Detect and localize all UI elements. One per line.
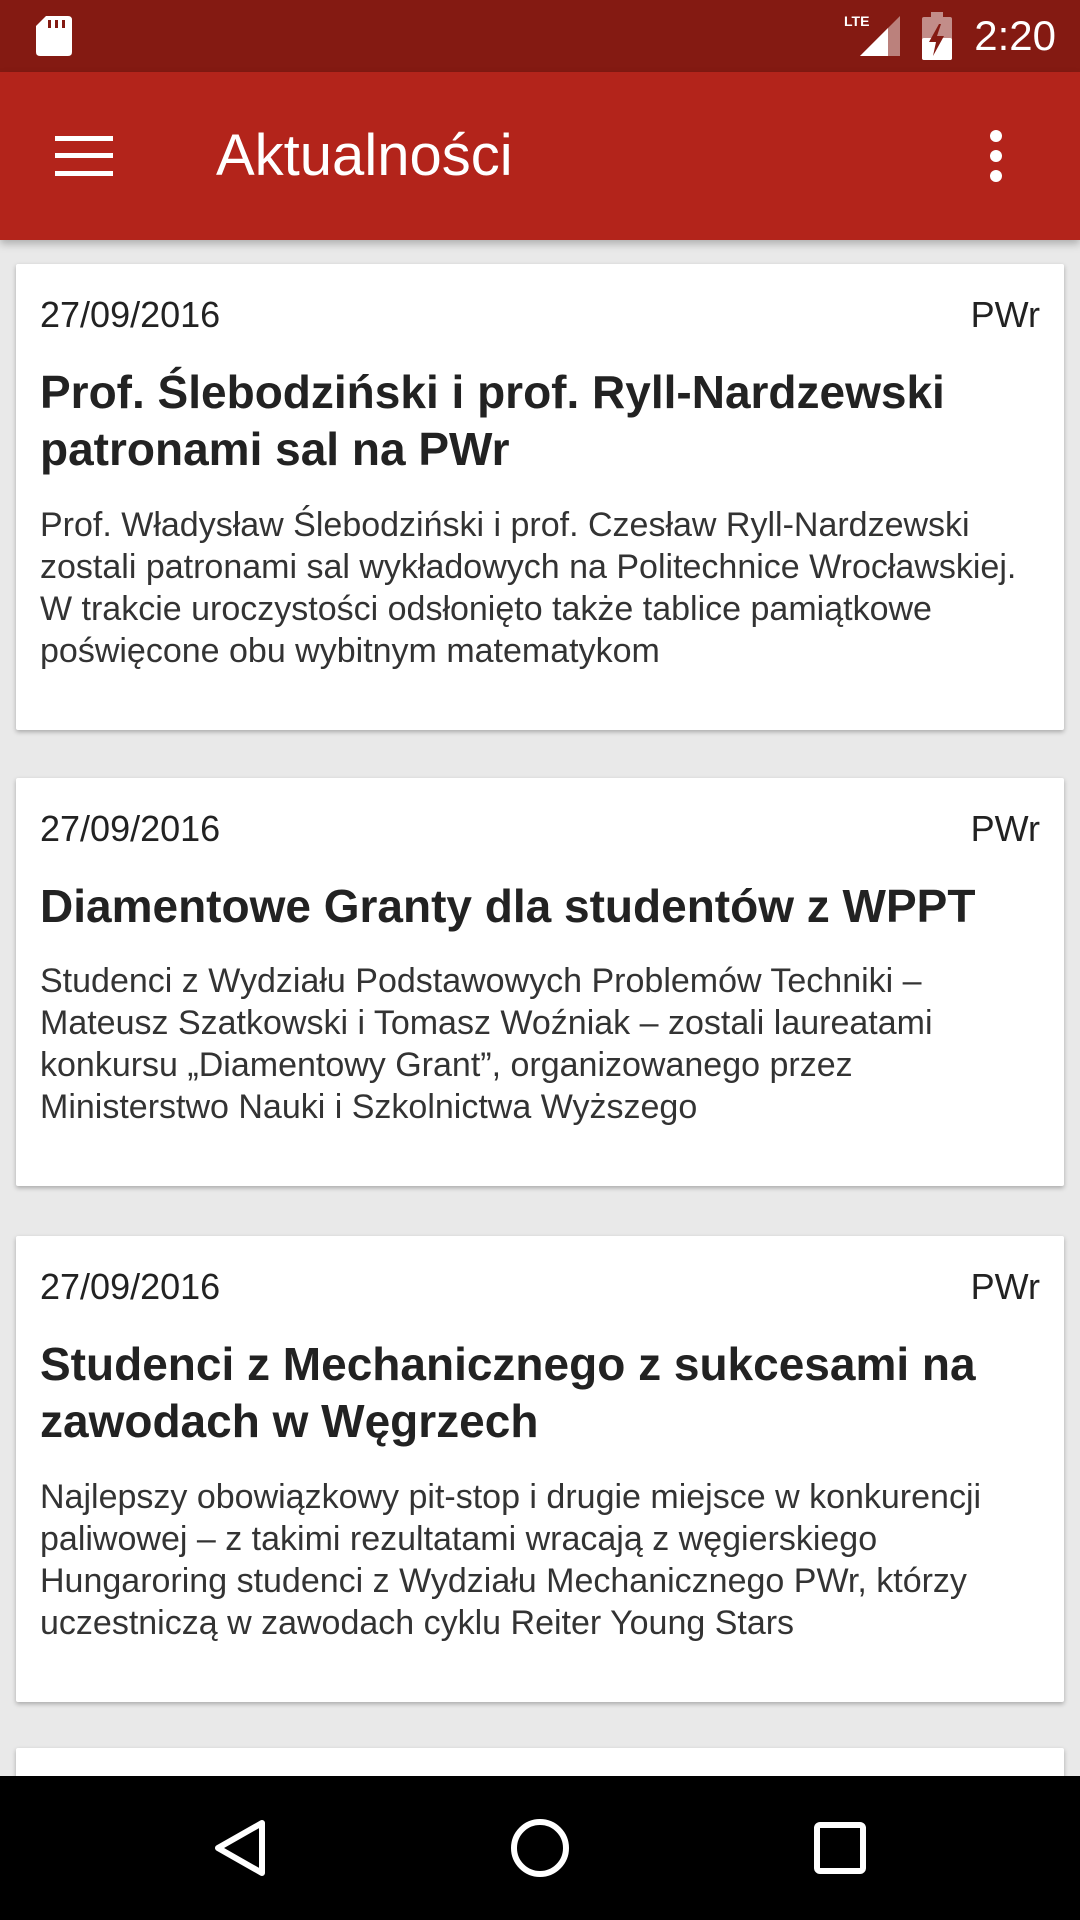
back-icon <box>215 1820 265 1876</box>
article-summary: Studenci z Wydziału Podstawowych Problem… <box>40 962 933 1126</box>
article-date: 27/09/2016 <box>40 808 221 849</box>
article-date: 27/09/2016 <box>40 294 221 335</box>
home-button[interactable] <box>480 1800 600 1896</box>
app-bar: Aktualności <box>0 72 1080 240</box>
article-title: Prof. Ślebodziński i prof. Ryll-Nardzews… <box>40 366 945 475</box>
network-label: LTE <box>844 13 869 29</box>
overflow-menu-button[interactable] <box>948 108 1044 204</box>
navigation-bar <box>0 1776 1080 1920</box>
news-card[interactable]: 27/09/2016 PWr Diamentowe Granty dla stu… <box>16 778 1064 1186</box>
menu-button[interactable] <box>36 108 132 204</box>
more-vert-icon <box>990 130 1002 182</box>
recents-icon <box>814 1822 866 1874</box>
news-feed[interactable]: 27/09/2016 PWr Prof. Ślebodziński i prof… <box>0 240 1080 1776</box>
article-summary: Najlepszy obowiązkowy pit-stop i drugie … <box>40 1478 982 1642</box>
article-source: PWr <box>970 294 1040 335</box>
article-source: PWr <box>970 808 1040 849</box>
article-summary: Prof. Władysław Ślebodziński i prof. Cze… <box>40 506 1017 670</box>
battery-charging-icon <box>922 12 952 60</box>
sd-card-icon <box>36 16 72 56</box>
back-button[interactable] <box>180 1800 300 1896</box>
news-card[interactable]: 27/09/2016 PWr Studenci z Mechanicznego … <box>16 1236 1064 1702</box>
status-bar: LTE 2:20 <box>0 0 1080 72</box>
news-card[interactable]: 27/09/2016 PWr Prof. Ślebodziński i prof… <box>16 264 1064 730</box>
page-title: Aktualności <box>216 123 513 188</box>
status-clock: 2:20 <box>974 12 1056 59</box>
menu-icon <box>55 136 113 176</box>
news-card[interactable] <box>16 1748 1064 1776</box>
article-date: 27/09/2016 <box>40 1266 221 1307</box>
article-title: Diamentowe Granty dla studentów z WPPT <box>40 880 976 932</box>
lte-signal-icon: LTE <box>844 13 900 56</box>
home-icon <box>511 1819 569 1877</box>
article-title: Studenci z Mechanicznego z sukcesami na … <box>40 1338 976 1447</box>
recents-button[interactable] <box>780 1800 900 1896</box>
article-source: PWr <box>970 1266 1040 1307</box>
